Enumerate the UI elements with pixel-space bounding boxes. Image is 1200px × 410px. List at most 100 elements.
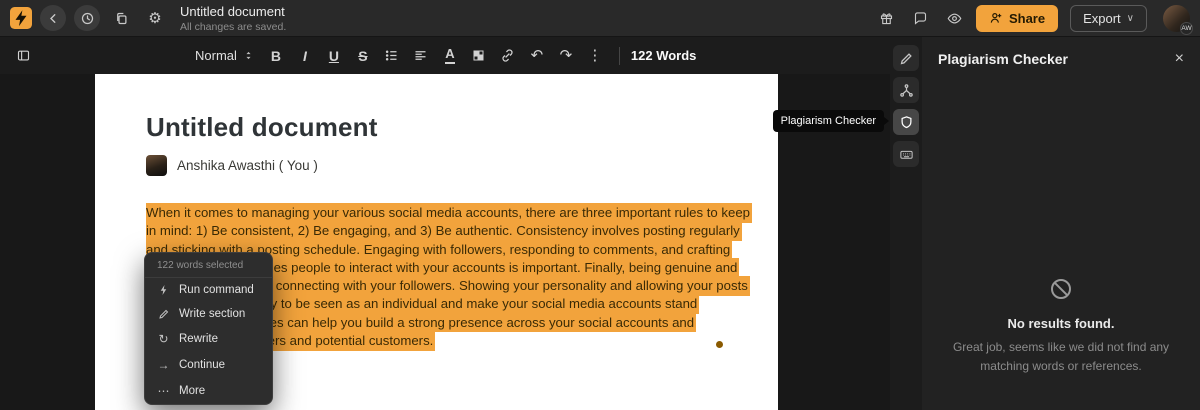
italic-icon: I: [303, 48, 307, 64]
no-results-icon: [922, 277, 1200, 306]
chevron-left-icon: [46, 11, 61, 26]
italic-button[interactable]: I: [292, 43, 318, 69]
page-title[interactable]: Untitled document: [146, 112, 778, 143]
avatar-initials-badge: AW: [1180, 22, 1193, 35]
plagiarism-panel: Plagiarism Checker × No results found. G…: [922, 37, 1200, 410]
document-column: Normal B I U S A ↶ ↷ ⋮ 122 Word: [0, 37, 890, 410]
menu-item-label: More: [179, 385, 205, 397]
text-color-button[interactable]: A: [437, 43, 463, 69]
checker-highlight-icon: [471, 48, 486, 63]
menu-item-run-command[interactable]: Run command: [145, 278, 272, 302]
sidebar-panel-icon: [16, 48, 31, 63]
panel-header: Plagiarism Checker ×: [922, 37, 1200, 81]
up-down-icon: [243, 50, 254, 61]
copy-icon: [114, 11, 129, 26]
link-button[interactable]: [495, 43, 521, 69]
collaborator-cursor-dot: [716, 341, 723, 348]
bullet-list-icon: [384, 48, 399, 63]
rail-plagiarism-button[interactable]: [893, 109, 919, 135]
preview-button[interactable]: [942, 5, 968, 31]
rewrite-icon: ↻: [157, 332, 170, 346]
strikethrough-icon: S: [358, 48, 367, 64]
paragraph-style-dropdown[interactable]: Normal: [189, 44, 260, 67]
empty-state: No results found. Great job, seems like …: [922, 277, 1200, 375]
redo-icon: ↷: [560, 48, 573, 63]
style-value: Normal: [195, 48, 237, 63]
paragraph-line: in mind: 1) Be consistent, 2) Be engagin…: [146, 222, 746, 240]
user-avatar[interactable]: AW: [1163, 5, 1190, 32]
rail-editor-button[interactable]: [893, 45, 919, 71]
pencil-icon: [899, 51, 914, 66]
network-icon: [899, 83, 914, 98]
top-bar: ⚙ Untitled document All changes are save…: [0, 0, 1200, 37]
share-label: Share: [1009, 11, 1045, 26]
align-left-icon: [413, 48, 428, 63]
gear-icon: ⚙: [148, 11, 161, 26]
menu-item-more[interactable]: ⋯ More: [145, 378, 272, 404]
underline-icon: U: [329, 48, 339, 64]
bullet-list-button[interactable]: [379, 43, 405, 69]
rail-network-button[interactable]: [893, 77, 919, 103]
empty-message: Great job, seems like we did not find an…: [937, 338, 1185, 375]
underline-button[interactable]: U: [321, 43, 347, 69]
save-status: All changes are saved.: [180, 21, 286, 33]
selection-context-menu: 122 words selected Run command Write sec…: [144, 252, 273, 405]
bold-button[interactable]: B: [263, 43, 289, 69]
link-icon: [500, 48, 515, 63]
highlight-color-button[interactable]: [466, 43, 492, 69]
history-button[interactable]: [74, 5, 100, 31]
rewards-button[interactable]: [874, 5, 900, 31]
selection-count: 122 words selected: [145, 253, 272, 278]
bold-icon: B: [271, 48, 281, 64]
tools-rail: [890, 37, 922, 410]
author-name: Anshika Awasthi ( You ): [177, 158, 318, 173]
menu-item-rewrite[interactable]: ↻ Rewrite: [145, 326, 272, 352]
eye-icon: [947, 11, 962, 26]
menu-item-label: Run command: [179, 284, 254, 296]
author-row: Anshika Awasthi ( You ): [146, 155, 778, 176]
shield-icon: [899, 115, 914, 130]
pages-panel-button[interactable]: [10, 43, 36, 69]
app-logo-icon[interactable]: [10, 7, 32, 29]
export-label: Export: [1083, 11, 1121, 26]
redo-button[interactable]: ↷: [553, 43, 579, 69]
settings-button[interactable]: ⚙: [142, 5, 168, 31]
share-button[interactable]: Share: [976, 5, 1058, 32]
arrow-right-icon: →: [157, 358, 170, 372]
keyboard-icon: [899, 147, 914, 162]
align-button[interactable]: [408, 43, 434, 69]
rail-shortcuts-button[interactable]: [893, 141, 919, 167]
app-window: ⚙ Untitled document All changes are save…: [0, 0, 1200, 410]
menu-item-label: Write section: [179, 308, 245, 320]
plagiarism-tooltip: Plagiarism Checker: [773, 110, 884, 132]
more-options-button[interactable]: ⋮: [582, 43, 608, 69]
text-color-icon: A: [445, 47, 454, 63]
duplicate-button[interactable]: [108, 5, 134, 31]
person-plus-icon: [989, 11, 1003, 25]
pencil-icon: [157, 308, 170, 320]
gift-icon: [879, 11, 894, 26]
ellipsis-icon: ⋯: [157, 384, 170, 398]
kebab-menu-icon: ⋮: [587, 48, 602, 63]
toolbar-divider: [619, 47, 620, 65]
format-toolbar: Normal B I U S A ↶ ↷ ⋮ 122 Word: [0, 37, 890, 74]
menu-item-write-section[interactable]: Write section: [145, 302, 272, 326]
empty-title: No results found.: [922, 316, 1200, 331]
menu-item-label: Continue: [179, 359, 225, 371]
word-count: 122 Words: [631, 48, 697, 63]
strikethrough-button[interactable]: S: [350, 43, 376, 69]
undo-button[interactable]: ↶: [524, 43, 550, 69]
comments-button[interactable]: [908, 5, 934, 31]
undo-icon: ↶: [531, 48, 544, 63]
close-icon[interactable]: ×: [1175, 51, 1184, 67]
export-button[interactable]: Export ∨: [1070, 5, 1147, 32]
menu-item-label: Rewrite: [179, 333, 218, 345]
highlighted-text: in mind: 1) Be consistent, 2) Be engagin…: [146, 221, 742, 241]
editor-canvas: Untitled document Anshika Awasthi ( You …: [0, 74, 890, 410]
highlighted-text: When it comes to managing your various s…: [146, 203, 752, 223]
author-avatar: [146, 155, 167, 176]
menu-item-continue[interactable]: → Continue: [145, 352, 272, 378]
panel-title: Plagiarism Checker: [938, 51, 1068, 67]
clock-icon: [80, 11, 95, 26]
back-button[interactable]: [40, 5, 66, 31]
